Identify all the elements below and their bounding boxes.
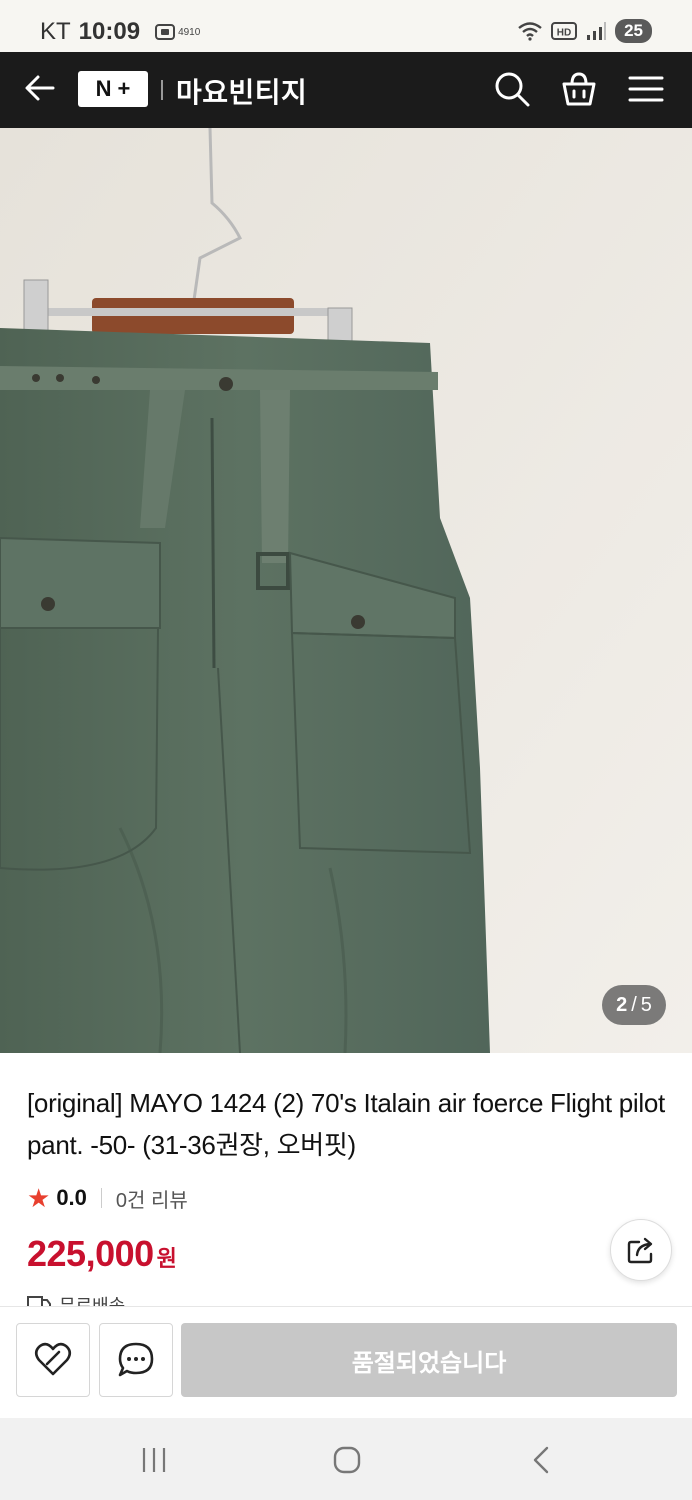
image-total: 5: [640, 993, 652, 1016]
status-bar: KT 10:09 4910 HD 25: [0, 0, 692, 52]
menu-icon: [628, 76, 664, 102]
talk-button[interactable]: [99, 1323, 173, 1397]
star-icon: ★: [27, 1182, 51, 1213]
status-right: HD 25: [517, 19, 652, 43]
cart-button[interactable]: [559, 69, 599, 109]
status-left: KT 10:09 4910: [40, 18, 200, 46]
wifi-icon: [518, 22, 542, 41]
back-arrow-icon: [25, 75, 55, 101]
clock-time: 10:09: [78, 18, 141, 45]
wishlist-button[interactable]: [16, 1323, 90, 1397]
image-counter: 2 / 5: [602, 985, 666, 1025]
share-button[interactable]: [610, 1219, 672, 1281]
network-label: HD: [557, 28, 571, 39]
signal-icon: [587, 22, 607, 40]
logo-plus: +: [117, 76, 131, 101]
product-image[interactable]: 2 / 5: [0, 128, 692, 1053]
heart-icon: [34, 1342, 72, 1376]
notification-number: 4910: [178, 26, 201, 38]
rating-row[interactable]: ★ 0.0 0건 리뷰: [27, 1182, 188, 1214]
image-separator: /: [631, 993, 637, 1016]
truck-icon: [27, 1296, 51, 1306]
bottom-action-bar: 품절되었습니다: [0, 1306, 692, 1418]
back-button[interactable]: [22, 70, 58, 106]
pants-photo: [0, 128, 692, 1053]
price-value: 225,000: [27, 1233, 154, 1274]
search-button[interactable]: [492, 69, 532, 109]
carrier-label: KT: [40, 18, 71, 45]
shopping-bag-icon: [562, 72, 596, 106]
logo-letter: N: [95, 76, 112, 101]
rating-value: 0.0: [56, 1185, 87, 1210]
shipping-label: 무료배송: [59, 1296, 126, 1306]
header-divider: [161, 80, 163, 100]
recent-apps-icon: [142, 1448, 166, 1472]
chat-bubble-icon: [118, 1342, 154, 1377]
shipping-info: 무료배송: [27, 1292, 125, 1306]
price-unit: 원: [156, 1246, 177, 1271]
soldout-button[interactable]: 품절되었습니다: [181, 1323, 677, 1397]
screenshot-icon: [155, 24, 176, 40]
hd-network-icon: HD: [551, 22, 578, 40]
home-icon: [333, 1446, 361, 1474]
menu-button[interactable]: [626, 69, 666, 109]
rating-divider: [100, 1188, 102, 1208]
recent-apps-button[interactable]: [132, 1438, 176, 1482]
home-button[interactable]: [325, 1438, 369, 1482]
chevron-left-icon: [533, 1446, 549, 1474]
system-back-button[interactable]: [520, 1438, 564, 1482]
battery-level: 25: [615, 19, 652, 43]
price-row: 225,000 원: [27, 1233, 177, 1275]
review-count[interactable]: 0건 리뷰: [116, 1184, 188, 1213]
share-icon: [627, 1237, 653, 1264]
naver-plus-logo[interactable]: N +: [78, 71, 148, 107]
screenshot-notification: 4910: [154, 22, 200, 42]
search-icon: [495, 72, 530, 107]
product-title: [original] MAYO 1424 (2) 70's Italain ai…: [27, 1088, 665, 1160]
store-name[interactable]: 마요빈티지: [176, 71, 307, 111]
system-nav-bar: [0, 1418, 692, 1500]
app-header: N + 마요빈티지: [0, 52, 692, 128]
image-current: 2: [616, 993, 628, 1016]
